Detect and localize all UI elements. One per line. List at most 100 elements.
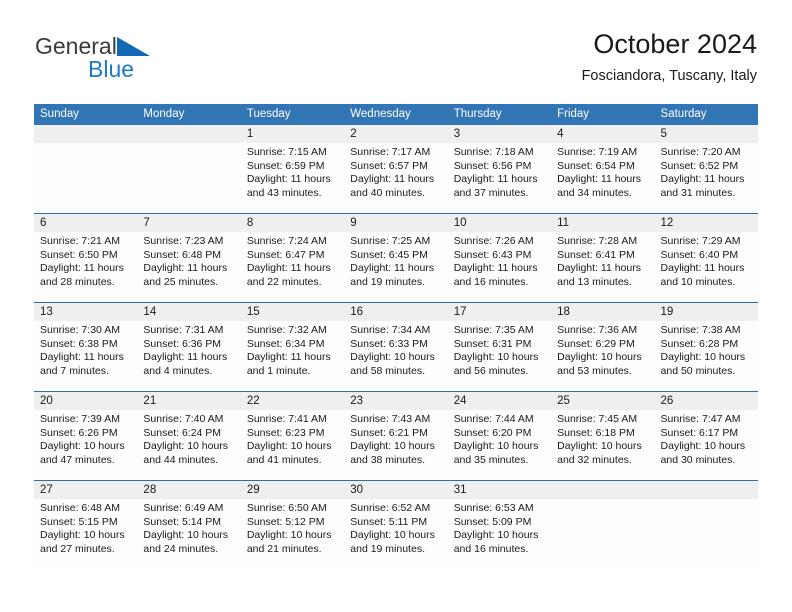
day-cell-25[interactable]: 25 Sunrise: 7:45 AM Sunset: 6:18 PM Dayligh…: [551, 392, 654, 480]
day-detail-line: Daylight: 11 hours: [40, 262, 124, 275]
day-detail-line: Sunrise: 7:30 AM: [40, 324, 120, 336]
day-cell-28[interactable]: 28 Sunrise: 6:49 AM Sunset: 5:14 PM Dayligh…: [137, 481, 240, 569]
page-header: General Blue October 2024 Fosciandora, T…: [35, 28, 757, 94]
day-cell-20[interactable]: 20 Sunrise: 7:39 AM Sunset: 6:26 PM Dayligh…: [34, 392, 137, 480]
day-cell-4[interactable]: 4 Sunrise: 7:19 AM Sunset: 6:54 PM Daylight…: [551, 125, 654, 213]
day-detail-line: Sunrise: 7:45 AM: [557, 413, 638, 425]
day-cell-26[interactable]: 26 Sunrise: 7:47 AM Sunset: 6:17 PM Dayligh…: [655, 392, 758, 480]
day-detail-line: Sunset: 6:54 PM: [557, 159, 635, 172]
day-cell-3[interactable]: 3 Sunrise: 7:18 AM Sunset: 6:56 PM Daylight…: [448, 125, 551, 213]
day-detail-line: and 25 minutes.: [143, 275, 219, 288]
day-number: 15: [246, 306, 260, 318]
day-number: 3: [453, 128, 461, 140]
day-detail-line: and 4 minutes.: [143, 364, 213, 377]
day-detail-line: and 1 minute.: [246, 364, 311, 377]
day-number: 13: [40, 306, 53, 318]
calendar-week-row: 20 Sunrise: 7:39 AM Sunset: 6:26 PM Dayligh…: [34, 391, 758, 480]
day-cell-11[interactable]: 11 Sunrise: 7:28 AM Sunset: 6:41 PM Dayligh…: [551, 214, 654, 302]
day-details: Sunrise: 7:19 AM Sunset: 6:54 PM Daylight:…: [557, 146, 648, 200]
day-number: 7: [143, 217, 150, 229]
day-details: Sunrise: 7:38 AM Sunset: 6:28 PM Daylight:…: [661, 324, 752, 378]
day-cell-5[interactable]: 5 Sunrise: 7:20 AM Sunset: 6:52 PM Daylight…: [655, 125, 758, 213]
day-cell-8[interactable]: 8 Sunrise: 7:24 AM Sunset: 6:47 PM Daylight…: [241, 214, 344, 302]
day-details: Sunrise: 7:45 AM Sunset: 6:18 PM Daylight:…: [557, 413, 648, 467]
day-detail-line: Sunrise: 7:36 AM: [557, 324, 638, 336]
day-number: 10: [453, 217, 467, 229]
day-detail-line: Sunset: 5:14 PM: [143, 515, 222, 528]
day-detail-line: and 40 minutes.: [350, 186, 425, 199]
day-details: Sunrise: 7:26 AM Sunset: 6:43 PM Daylight:…: [454, 235, 545, 289]
day-detail-line: and 19 minutes.: [350, 275, 425, 288]
day-detail-line: Sunset: 6:56 PM: [453, 159, 532, 172]
day-detail-line: Sunrise: 7:23 AM: [143, 235, 224, 247]
day-cell-21[interactable]: 21 Sunrise: 7:40 AM Sunset: 6:24 PM Dayligh…: [137, 392, 240, 480]
day-number: 19: [660, 306, 674, 318]
day-details: Sunrise: 7:32 AM Sunset: 6:34 PM Daylight:…: [247, 324, 338, 378]
day-number: 23: [350, 395, 364, 407]
day-detail-line: and 43 minutes.: [246, 186, 322, 199]
day-cell-22[interactable]: 22 Sunrise: 7:41 AM Sunset: 6:23 PM Dayligh…: [241, 392, 344, 480]
day-detail-line: Sunrise: 7:32 AM: [246, 324, 327, 336]
day-detail-line: and 34 minutes.: [557, 186, 632, 199]
day-cell-31[interactable]: 31 Sunrise: 6:53 AM Sunset: 5:09 PM Dayligh…: [448, 481, 551, 569]
week-cells: 13 Sunrise: 7:30 AM Sunset: 6:38 PM Dayligh…: [34, 303, 758, 391]
day-detail-line: and 41 minutes.: [246, 453, 322, 466]
day-details: Sunrise: 7:35 AM Sunset: 6:31 PM Daylight:…: [454, 324, 545, 378]
day-detail-line: Daylight: 10 hours: [350, 351, 435, 364]
day-cell-23[interactable]: 23 Sunrise: 7:43 AM Sunset: 6:21 PM Dayligh…: [344, 392, 447, 480]
weekday-header-tuesday: Tuesday: [246, 108, 291, 120]
day-detail-line: Daylight: 11 hours: [557, 173, 641, 186]
day-detail-line: Sunrise: 6:53 AM: [453, 502, 534, 514]
day-cell-24[interactable]: 24 Sunrise: 7:44 AM Sunset: 6:20 PM Dayligh…: [448, 392, 551, 480]
day-detail-line: Sunset: 6:28 PM: [660, 337, 739, 350]
day-cell-29[interactable]: 29 Sunrise: 6:50 AM Sunset: 5:12 PM Dayligh…: [241, 481, 344, 569]
day-detail-line: Daylight: 11 hours: [246, 262, 331, 275]
day-details: Sunrise: 6:50 AM Sunset: 5:12 PM Daylight:…: [247, 502, 338, 556]
day-cell-13[interactable]: 13 Sunrise: 7:30 AM Sunset: 6:38 PM Dayligh…: [34, 303, 137, 391]
calendar-page: General Blue October 2024 Fosciandora, T…: [0, 0, 792, 612]
day-detail-line: Sunset: 6:40 PM: [660, 248, 739, 261]
day-detail-line: Sunset: 6:17 PM: [660, 426, 739, 439]
day-number: 8: [246, 217, 254, 229]
day-cell-6[interactable]: 6 Sunrise: 7:21 AM Sunset: 6:50 PM Daylight…: [34, 214, 137, 302]
day-detail-line: Daylight: 10 hours: [143, 440, 229, 453]
day-detail-line: Sunset: 5:09 PM: [453, 515, 532, 528]
day-cell-16[interactable]: 16 Sunrise: 7:34 AM Sunset: 6:33 PM Dayligh…: [344, 303, 447, 391]
calendar-weeks: 1 Sunrise: 7:15 AM Sunset: 6:59 PM Daylight…: [34, 125, 758, 569]
day-details: Sunrise: 7:29 AM Sunset: 6:40 PM Daylight:…: [661, 235, 752, 289]
day-number: 22: [246, 395, 260, 407]
day-cell-9[interactable]: 9 Sunrise: 7:25 AM Sunset: 6:45 PM Daylight…: [344, 214, 447, 302]
day-details: Sunrise: 7:40 AM Sunset: 6:24 PM Daylight:…: [143, 413, 234, 467]
day-detail-line: Daylight: 11 hours: [246, 351, 331, 364]
day-detail-line: Sunset: 6:34 PM: [246, 337, 325, 350]
day-cell-12[interactable]: 12 Sunrise: 7:29 AM Sunset: 6:40 PM Dayligh…: [655, 214, 758, 302]
day-cell-10[interactable]: 10 Sunrise: 7:26 AM Sunset: 6:43 PM Dayligh…: [448, 214, 551, 302]
day-detail-line: Sunrise: 7:47 AM: [660, 413, 741, 425]
day-detail-line: and 10 minutes.: [660, 275, 736, 288]
day-cell-1[interactable]: 1 Sunrise: 7:15 AM Sunset: 6:59 PM Daylight…: [241, 125, 344, 213]
day-number: 5: [660, 128, 667, 140]
day-cell-empty: [137, 125, 240, 213]
day-detail-line: Sunrise: 7:24 AM: [246, 235, 327, 247]
weekday-header-sunday: Sunday: [40, 108, 80, 120]
day-detail-line: Daylight: 11 hours: [453, 173, 538, 186]
day-cell-14[interactable]: 14 Sunrise: 7:31 AM Sunset: 6:36 PM Dayligh…: [137, 303, 240, 391]
day-details: Sunrise: 7:23 AM Sunset: 6:48 PM Daylight:…: [143, 235, 234, 289]
day-detail-line: Sunset: 6:36 PM: [143, 337, 222, 350]
day-detail-line: and 22 minutes.: [246, 275, 322, 288]
day-cell-19[interactable]: 19 Sunrise: 7:38 AM Sunset: 6:28 PM Dayligh…: [655, 303, 758, 391]
day-detail-line: Sunset: 6:29 PM: [557, 337, 635, 350]
day-detail-line: Sunrise: 6:48 AM: [40, 502, 120, 514]
day-cell-18[interactable]: 18 Sunrise: 7:36 AM Sunset: 6:29 PM Dayligh…: [551, 303, 654, 391]
day-cell-2[interactable]: 2 Sunrise: 7:17 AM Sunset: 6:57 PM Daylight…: [344, 125, 447, 213]
day-detail-line: Sunrise: 7:41 AM: [246, 413, 327, 425]
day-detail-line: Sunset: 6:48 PM: [143, 248, 222, 261]
day-detail-line: and 13 minutes.: [557, 275, 632, 288]
day-cell-17[interactable]: 17 Sunrise: 7:35 AM Sunset: 6:31 PM Dayligh…: [448, 303, 551, 391]
day-detail-line: and 16 minutes.: [453, 542, 529, 555]
day-cell-30[interactable]: 30 Sunrise: 6:52 AM Sunset: 5:11 PM Dayligh…: [344, 481, 447, 569]
day-cell-27[interactable]: 27 Sunrise: 6:48 AM Sunset: 5:15 PM Dayligh…: [34, 481, 137, 569]
day-cell-15[interactable]: 15 Sunrise: 7:32 AM Sunset: 6:34 PM Dayligh…: [241, 303, 344, 391]
day-cell-empty: [551, 481, 654, 569]
day-cell-7[interactable]: 7 Sunrise: 7:23 AM Sunset: 6:48 PM Daylight…: [137, 214, 240, 302]
